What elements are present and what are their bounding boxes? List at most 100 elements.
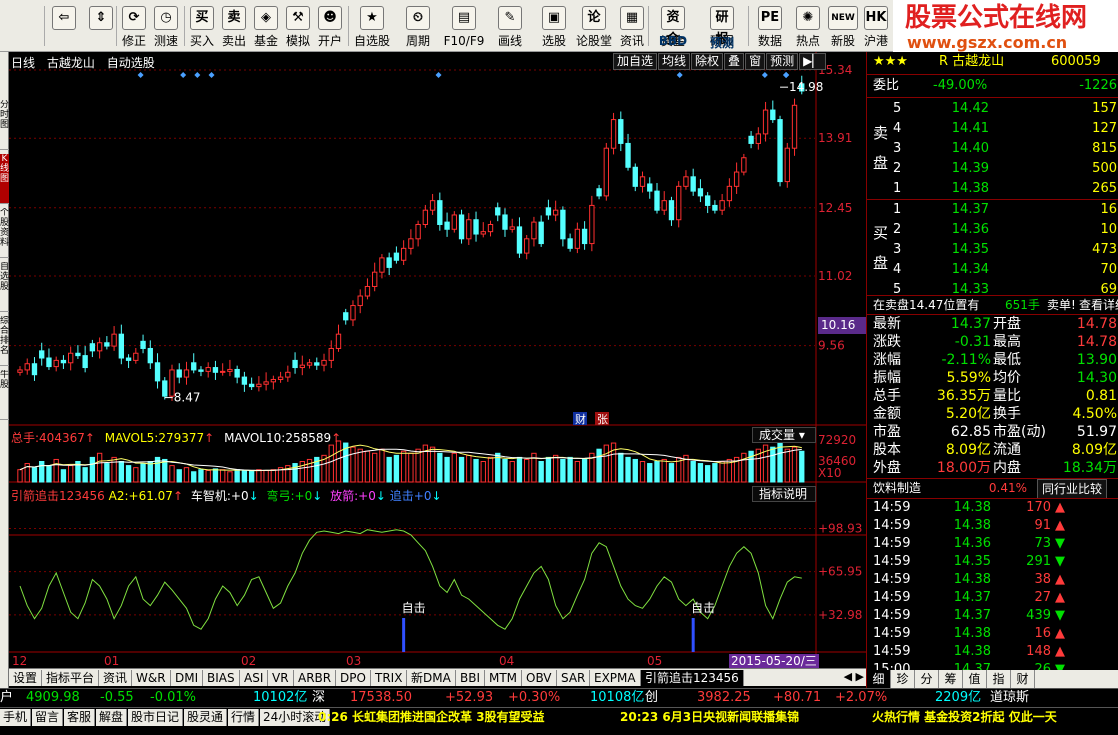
bid-volume: 10: [1100, 222, 1117, 237]
sector-compare-button[interactable]: 同行业比较: [1037, 479, 1108, 499]
toolbar-button-13[interactable]: ▣ 选股: [532, 0, 576, 52]
status-button-4[interactable]: 股市日记: [128, 709, 184, 726]
status-button-2[interactable]: 客服: [64, 709, 96, 726]
indicator-tab-10[interactable]: TRIX: [371, 670, 408, 686]
chart-tool-5[interactable]: 预测: [766, 53, 799, 70]
toolbar-button-2[interactable]: ⟳ 修正: [118, 0, 150, 52]
candle: [552, 200, 559, 222]
toolbar-button-3[interactable]: ◷ 测速: [150, 0, 182, 52]
indicator-tab-4[interactable]: DMI: [171, 670, 204, 686]
candle: [422, 204, 429, 228]
toolbar-button-11[interactable]: ▤ F10/F9: [440, 0, 488, 52]
indicator-help-button[interactable]: 指标说明: [752, 486, 816, 502]
toolbar-label: 论股堂: [576, 34, 613, 48]
side-tab-0[interactable]: 分时图: [0, 100, 9, 150]
quote-tab-5[interactable]: 指: [987, 670, 1011, 688]
view-detail-link[interactable]: 查看详细: [1079, 296, 1118, 314]
status-button-0[interactable]: 手机: [0, 709, 32, 726]
news-item[interactable]: 0:26 长虹集团推进国企改革 3股有望受益: [318, 708, 545, 726]
indicator-tab-3[interactable]: W&R: [132, 670, 171, 686]
quote-tab-4[interactable]: 值: [963, 670, 987, 688]
toolbar-button-6[interactable]: ◈ 基金: [250, 0, 282, 52]
toolbar-button-12[interactable]: ✎ 画线: [488, 0, 532, 52]
chart-header: 日线 古越龙山 自动选股: [11, 54, 155, 71]
candle: [748, 131, 754, 149]
news-item[interactable]: 20:23 6月3日央视新闻联播集锦: [620, 708, 799, 726]
quote-tab-3[interactable]: 筹: [939, 670, 963, 688]
toolbar-button-20[interactable]: NEW 新股: [826, 0, 860, 52]
side-tab-1[interactable]: K线图: [0, 154, 9, 204]
volume-selector-button[interactable]: 成交量 ▾: [752, 427, 816, 443]
toolbar-button-0[interactable]: ⇦: [46, 0, 82, 52]
kline-chart-area[interactable]: 15.34 13.91 12.45 11.02 9.56 72920 36460 X10 14.…: [9, 52, 866, 669]
quote-tab-2[interactable]: 分: [915, 670, 939, 688]
indicator-tab-9[interactable]: DPO: [336, 670, 371, 686]
side-tab-3[interactable]: 自选股: [0, 262, 9, 312]
chart-tool-3[interactable]: 叠: [724, 53, 745, 70]
status-button-1[interactable]: 留言: [32, 709, 64, 726]
news-item[interactable]: 火热行情 基金投资2折起 仅此一天: [872, 708, 1057, 726]
indicator-tab-7[interactable]: VR: [268, 670, 294, 686]
indicator-tab-16[interactable]: EXPMA: [590, 670, 641, 686]
toolbar-label: F10/F9: [443, 34, 485, 48]
volume-bar: [46, 465, 52, 483]
candle: [60, 355, 67, 369]
side-tab-2[interactable]: 个股资料: [0, 208, 9, 258]
month-tick: 02: [241, 654, 257, 668]
candle: [704, 192, 711, 214]
quote-tab-6[interactable]: 财: [1011, 670, 1035, 688]
indicator-tab-11[interactable]: 新DMA: [407, 670, 456, 686]
stat-label: 总手: [873, 388, 901, 404]
volume-bar: [487, 456, 494, 483]
indicator-tab-17[interactable]: 引箭追击123456: [641, 670, 744, 686]
chart-tool-1[interactable]: 均线: [658, 53, 691, 70]
forecast-label[interactable]: 预测: [700, 34, 744, 51]
toolbar-button-1[interactable]: ⇕: [88, 0, 114, 52]
chart-tool-4[interactable]: 窗: [745, 53, 766, 70]
toolbar-button-15[interactable]: ▦ 资讯: [614, 0, 650, 52]
status-button-6[interactable]: 行情: [228, 709, 260, 726]
toolbar-button-14[interactable]: 论论股堂: [576, 0, 612, 52]
toolbar-button-4[interactable]: 买买入: [186, 0, 218, 52]
toolbar-button-18[interactable]: PE 数据: [750, 0, 790, 52]
menu-arrow-icon[interactable]: ▶▏: [799, 53, 826, 70]
toolbar-button-9[interactable]: ★ 自选股: [350, 0, 394, 52]
toolbar-button-7[interactable]: ⚒ 模拟: [282, 0, 314, 52]
indicator-tab-6[interactable]: ASI: [240, 670, 269, 686]
indicator-tab-15[interactable]: SAR: [557, 670, 591, 686]
toolbar-button-5[interactable]: 卖卖出: [218, 0, 250, 52]
kline-chart-svg[interactable]: 15.3413.9112.4511.029.567292036460X1014.…: [9, 52, 866, 668]
toolbar-label: 买入: [189, 34, 214, 48]
candle: [75, 345, 81, 359]
chart-tool-2[interactable]: 除权: [691, 53, 724, 70]
toolbar-button-10[interactable]: ⏲ 周期: [396, 0, 440, 52]
indicator-tab-13[interactable]: MTM: [485, 670, 523, 686]
status-button-5[interactable]: 股灵通: [184, 709, 228, 726]
toolbar-button-19[interactable]: ✺ 热点: [790, 0, 826, 52]
toolbar-separator: [348, 6, 349, 46]
toolbar-button-21[interactable]: HK 沪港: [860, 0, 892, 52]
candle: [220, 363, 226, 376]
volume-bar: [147, 461, 153, 483]
fire-icon: ✺: [796, 6, 820, 30]
tab-scroll-arrows[interactable]: ◀ ▶: [844, 670, 864, 683]
chart-tool-0[interactable]: 加自选: [613, 53, 658, 70]
volume-tick: 72920: [818, 433, 856, 447]
indicator-tab-8[interactable]: ARBR: [294, 670, 337, 686]
toolbar-button-8[interactable]: ☻ 开户: [314, 0, 346, 52]
side-tab-4[interactable]: 综合排名: [0, 316, 9, 366]
status-button-3[interactable]: 解盘: [96, 709, 128, 726]
forum-icon: 论: [582, 6, 606, 30]
indicator-tab-2[interactable]: 资讯: [99, 670, 133, 686]
quote-tab-0[interactable]: 细: [867, 670, 891, 688]
indicator-tab-5[interactable]: BIAS: [203, 670, 240, 686]
side-tab-5[interactable]: 牛股: [0, 370, 9, 420]
bbd-label[interactable]: BBD: [650, 34, 696, 48]
indicator-tab-12[interactable]: BBI: [456, 670, 486, 686]
quote-tab-1[interactable]: 珍: [891, 670, 915, 688]
indicator-tab-0[interactable]: 设置: [9, 670, 43, 686]
indicator-tab-14[interactable]: OBV: [522, 670, 557, 686]
candle: [770, 100, 776, 123]
stat-row: 总手 36.35万 量比 0.81: [867, 387, 1118, 405]
indicator-tab-1[interactable]: 指标平台: [42, 670, 100, 686]
